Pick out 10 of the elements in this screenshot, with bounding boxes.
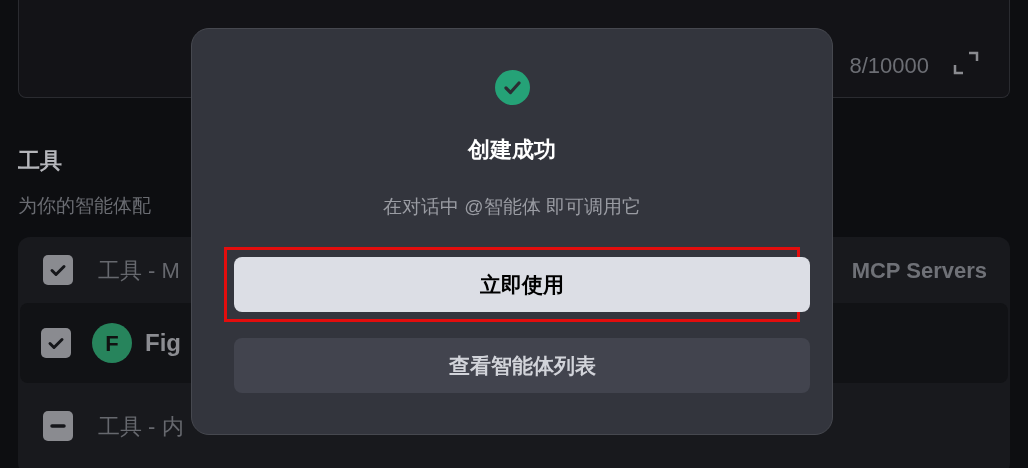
group-label: MCP Servers	[851, 256, 987, 285]
tool-avatar: F	[92, 323, 132, 363]
dialog-message: 在对话中 @智能体 即可调用它	[383, 197, 641, 216]
dialog-title: 创建成功	[468, 139, 556, 161]
group-label: 工具 - 内	[98, 412, 184, 441]
char-count: 8/10000	[849, 55, 929, 77]
tool-name: Fig	[145, 328, 181, 358]
group-label: 工具 - M	[98, 256, 180, 285]
section-description: 为你的智能体配	[18, 196, 151, 215]
section-heading: 工具	[18, 150, 63, 172]
